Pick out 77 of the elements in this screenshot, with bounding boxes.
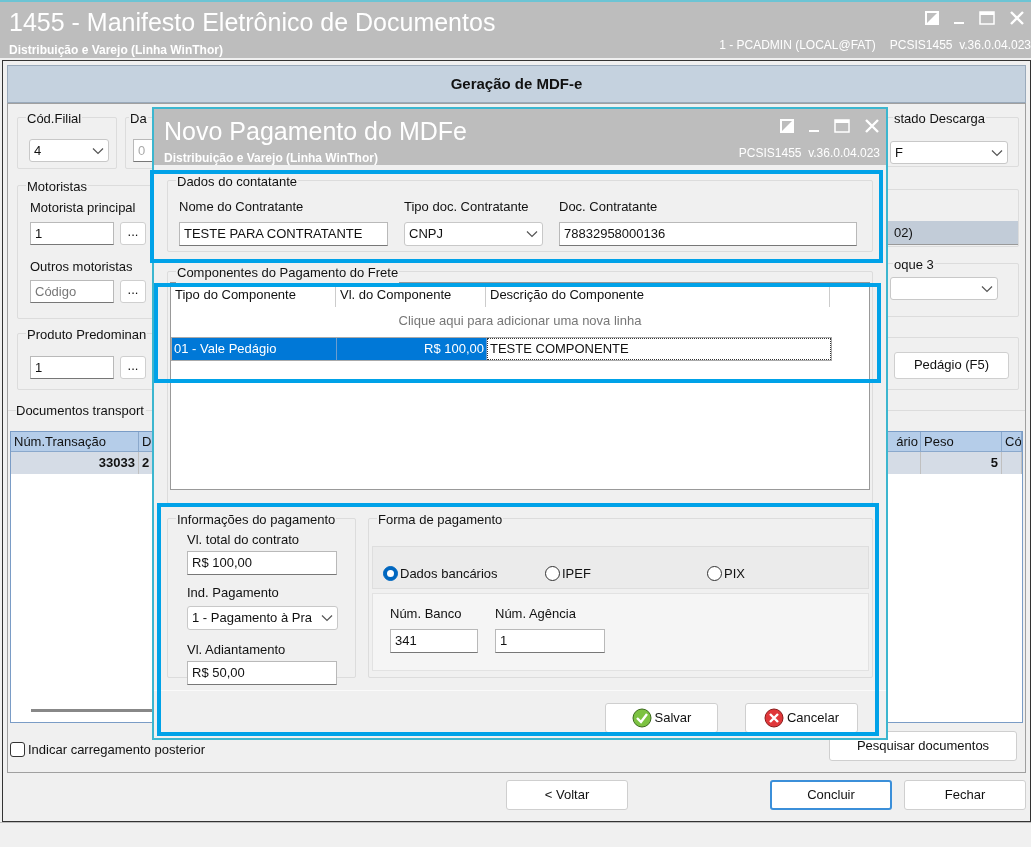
chevron-down-icon: [321, 614, 333, 622]
user-info: 1 - PCADMIN (LOCAL@FAT): [719, 37, 876, 54]
chevron-down-icon: [526, 229, 538, 238]
maximize-icon[interactable]: [979, 11, 995, 25]
input-field[interactable]: R$ 50,00: [187, 660, 337, 685]
restore-icon[interactable]: [780, 119, 794, 133]
input-field[interactable]: 1: [30, 355, 114, 379]
dropdown[interactable]: 4: [29, 139, 109, 162]
footer-button[interactable]: Concluir: [770, 780, 892, 810]
column-header: Núm.Transação: [11, 432, 139, 451]
column-header: Descrição do Componente: [486, 283, 830, 307]
column-header: Có: [1002, 432, 1022, 451]
field-label: Vl. Adiantamento: [187, 641, 287, 659]
chevron-down-icon: [981, 284, 993, 293]
close-icon[interactable]: [864, 118, 880, 134]
dialog-button[interactable]: Cancelar: [745, 703, 858, 733]
dialog-title: Novo Pagamento do MDFe: [164, 116, 467, 146]
radio-label: IPEF: [562, 564, 591, 583]
column-header: Tipo do Componente: [171, 283, 336, 307]
field-label: Núm. Agência: [495, 605, 577, 623]
field-label: Doc. Contratante: [559, 198, 659, 216]
field-label: Núm. Banco: [390, 605, 463, 623]
dialog-subtitle: Distribuição e Varejo (Linha WinThor): [164, 150, 379, 167]
toll-button[interactable]: Pedágio (F5): [894, 351, 1009, 379]
dropdown[interactable]: F: [890, 141, 1008, 164]
field-label: Motorista principal: [30, 199, 137, 217]
grid-cell-text: R$ 100,00: [424, 340, 484, 359]
radio-button[interactable]: [383, 566, 398, 581]
table-cell-text: 5: [990, 454, 998, 473]
footer-button[interactable]: Fechar: [904, 780, 1026, 810]
version-info: PCSIS1455 v.36.0.04.023: [889, 37, 1031, 54]
lookup-button[interactable]: ...: [120, 221, 146, 245]
cancel-icon: [764, 708, 784, 728]
close-icon[interactable]: [1009, 10, 1025, 26]
input-field[interactable]: 341: [390, 628, 478, 653]
dropdown[interactable]: 1 - Pagamento à Pra: [187, 606, 338, 630]
new-row-hint: Clique aqui para adicionar uma nova linha: [397, 312, 643, 330]
maximize-icon[interactable]: [834, 119, 850, 133]
band-text: 02): [894, 224, 913, 243]
column-header: Vl. do Componente: [336, 283, 486, 307]
dropdown[interactable]: [890, 277, 998, 301]
radio-label: PIX: [724, 564, 745, 583]
grid-row[interactable]: 01 - Vale Pedágio R$ 100,00 TESTE COMPONENTE: [171, 337, 832, 361]
input-field[interactable]: TESTE PARA CONTRATANTE: [179, 221, 388, 246]
input-field[interactable]: Código: [30, 280, 114, 303]
lookup-button[interactable]: ...: [120, 355, 146, 379]
input-field[interactable]: 1: [495, 628, 605, 653]
field-label: Outros motoristas: [30, 257, 134, 276]
field-label: Nome do Contratante: [179, 198, 305, 216]
table-cell-text: 2: [142, 454, 150, 473]
input-field[interactable]: 78832958000136: [559, 221, 857, 246]
input-field[interactable]: R$ 100,00: [187, 550, 337, 575]
chevron-down-icon: [991, 148, 1003, 157]
footer-button[interactable]: < Voltar: [506, 780, 628, 810]
checkbox[interactable]: [10, 741, 25, 757]
radio-button[interactable]: [545, 566, 560, 581]
chevron-down-icon: [92, 146, 104, 155]
version-info: PCSIS1455 v.36.0.04.023: [738, 145, 880, 162]
grid-cell-text: 01 - Vale Pedágio: [174, 340, 277, 359]
field-label: Vl. total do contrato: [187, 531, 300, 549]
check-icon: [631, 708, 652, 728]
checkbox-label: Indicar carregamento posterior: [28, 740, 206, 759]
field-label: Tipo doc. Contratante: [404, 198, 530, 216]
radio-label: Dados bancários: [400, 564, 498, 583]
field-label: Ind. Pagamento: [187, 583, 280, 602]
dialog-button[interactable]: Salvar: [605, 703, 718, 733]
restore-icon[interactable]: [925, 11, 939, 25]
column-header: Peso: [921, 432, 1002, 451]
input-field[interactable]: 1: [30, 221, 114, 245]
window-title: 1455 - Manifesto Eletrônico de Documentos: [9, 7, 496, 37]
dropdown[interactable]: CNPJ: [404, 221, 543, 246]
section-header: Geração de MDF-e: [7, 65, 1026, 103]
grid-cell-text: TESTE COMPONENTE: [490, 340, 629, 359]
window-subtitle: Distribuição e Varejo (Linha WinThor): [9, 42, 224, 59]
radio-button[interactable]: [707, 566, 722, 581]
lookup-button[interactable]: ...: [120, 280, 146, 303]
table-cell-text: 33033: [98, 454, 135, 473]
